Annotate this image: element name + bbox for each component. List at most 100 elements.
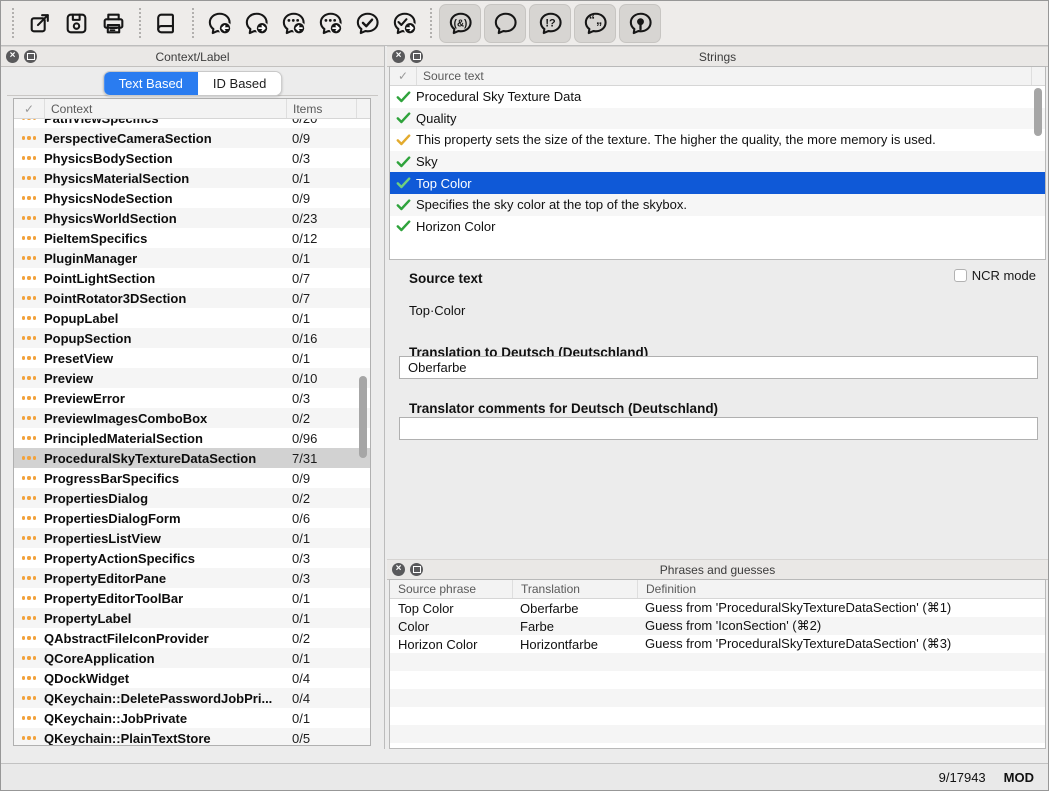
done-button[interactable] <box>349 5 386 42</box>
context-row[interactable]: ProgressBarSpecifics0/9 <box>14 468 370 488</box>
save-button[interactable] <box>58 5 95 42</box>
context-row[interactable]: QAbstractFileIconProvider0/2 <box>14 628 370 648</box>
string-row[interactable]: Sky <box>390 151 1045 173</box>
context-row[interactable]: PhysicsWorldSection0/23 <box>14 208 370 228</box>
tab-text-based[interactable]: Text Based <box>104 72 198 95</box>
string-row[interactable]: Specifies the sky color at the top of th… <box>390 194 1045 216</box>
phrasebook-button[interactable] <box>148 5 185 42</box>
unfinished-icon <box>14 216 44 219</box>
context-row[interactable]: PointRotator3DSection0/7 <box>14 288 370 308</box>
string-row[interactable]: Quality <box>390 108 1045 130</box>
ending-punctuation-toggle[interactable]: !? <box>529 4 571 43</box>
context-row[interactable]: QCoreApplication0/1 <box>14 648 370 668</box>
context-row[interactable]: PhysicsNodeSection0/9 <box>14 188 370 208</box>
done-and-next-button[interactable] <box>386 5 423 42</box>
context-row[interactable]: PointLightSection0/7 <box>14 268 370 288</box>
context-row[interactable]: PhysicsMaterialSection0/1 <box>14 168 370 188</box>
context-row[interactable]: PresetView0/1 <box>14 348 370 368</box>
context-row[interactable]: ProceduralSkyTextureDataSection7/31 <box>14 448 370 468</box>
next-icon <box>317 10 344 37</box>
accelerators-icon: (&) <box>447 10 474 37</box>
float-icon[interactable] <box>410 563 423 576</box>
phrases-header-definition[interactable]: Definition <box>637 580 1045 598</box>
translation-input[interactable]: Oberfarbe <box>399 356 1038 379</box>
context-row[interactable]: PerspectiveCameraSection0/9 <box>14 128 370 148</box>
string-row[interactable]: Procedural Sky Texture Data <box>390 86 1045 108</box>
string-row[interactable]: This property sets the size of the textu… <box>390 129 1045 151</box>
context-row[interactable]: Preview0/10 <box>14 368 370 388</box>
context-tabs: Text Based ID Based <box>103 71 283 96</box>
prev-unfinished-button[interactable] <box>201 5 238 42</box>
qt-linguist-window: (&)!?“„ × Context/Label Text Based ID Ba… <box>0 0 1049 791</box>
phrase-row[interactable]: Top ColorOberfarbeGuess from 'Procedural… <box>390 599 1045 617</box>
context-row[interactable]: PieItemSpecifics0/12 <box>14 228 370 248</box>
context-row[interactable]: PathViewSpecifics0/20 <box>14 119 370 128</box>
context-row[interactable]: QKeychain::PlainTextStore0/5 <box>14 728 370 746</box>
context-scrollbar[interactable] <box>357 118 369 744</box>
translation-editor: Source text NCR mode Top·Color Translati… <box>387 260 1048 559</box>
context-row[interactable]: PropertyActionSpecifics0/3 <box>14 548 370 568</box>
float-icon[interactable] <box>410 50 423 63</box>
svg-text:„: „ <box>596 13 602 27</box>
context-row[interactable]: PropertiesDialog0/2 <box>14 488 370 508</box>
context-row[interactable]: PopupLabel0/1 <box>14 308 370 328</box>
surrounding-whitespace-toggle[interactable] <box>484 4 526 43</box>
status-position: 9/17943 <box>939 770 986 785</box>
unfinished-icon <box>14 656 44 659</box>
string-row[interactable]: Top Color <box>390 172 1045 194</box>
phrase-matches-toggle[interactable]: “„ <box>574 4 616 43</box>
float-icon[interactable] <box>24 50 37 63</box>
prev-button[interactable] <box>275 5 312 42</box>
context-row[interactable]: QKeychain::DeletePasswordJobPri...0/4 <box>14 688 370 708</box>
print-button[interactable] <box>95 5 132 42</box>
context-row[interactable]: QDockWidget0/4 <box>14 668 370 688</box>
strings-scrollbar[interactable] <box>1032 85 1044 258</box>
close-icon[interactable]: × <box>392 50 405 63</box>
context-row[interactable]: PluginManager0/1 <box>14 248 370 268</box>
context-row[interactable]: PropertyLabel0/1 <box>14 608 370 628</box>
unfinished-icon <box>14 516 44 519</box>
strings-header-source[interactable]: Source text <box>416 67 1031 85</box>
phrases-header-source[interactable]: Source phrase <box>390 580 512 598</box>
phrases-table: Source phrase Translation Definition Top… <box>389 579 1046 749</box>
unfinished-icon <box>14 636 44 639</box>
open-button[interactable] <box>21 5 58 42</box>
phrases-header-translation[interactable]: Translation <box>512 580 637 598</box>
next-button[interactable] <box>312 5 349 42</box>
context-row[interactable]: PreviewError0/3 <box>14 388 370 408</box>
unfinished-icon <box>14 396 44 399</box>
context-header-check[interactable]: ✓ <box>14 99 44 118</box>
open-icon <box>26 10 53 37</box>
toolbar-separator <box>12 8 14 38</box>
context-row[interactable]: PropertiesListView0/1 <box>14 528 370 548</box>
comments-input[interactable] <box>399 417 1038 440</box>
phrase-row[interactable]: Horizon ColorHorizontfarbeGuess from 'Pr… <box>390 635 1045 653</box>
strings-scrollbar-thumb[interactable] <box>1034 88 1042 136</box>
status-bar: 9/17943 MOD <box>1 763 1048 790</box>
next-unfinished-button[interactable] <box>238 5 275 42</box>
context-header-context[interactable]: Context <box>44 99 286 118</box>
context-row[interactable]: PropertyEditorPane0/3 <box>14 568 370 588</box>
context-row[interactable]: PhysicsBodySection0/3 <box>14 148 370 168</box>
ncr-mode-checkbox[interactable] <box>954 269 967 282</box>
context-row[interactable]: PropertiesDialogForm0/6 <box>14 508 370 528</box>
string-row[interactable]: Horizon Color <box>390 216 1045 238</box>
context-row[interactable]: PropertyEditorToolBar0/1 <box>14 588 370 608</box>
context-scrollbar-thumb[interactable] <box>359 376 367 458</box>
unfinished-icon <box>14 136 44 139</box>
close-icon[interactable]: × <box>6 50 19 63</box>
context-header-scroll-gutter <box>356 99 370 118</box>
unfinished-icon <box>14 316 44 319</box>
phrase-row[interactable]: ColorFarbeGuess from 'IconSection' (⌘2) <box>390 617 1045 635</box>
accelerators-toggle[interactable]: (&) <box>439 4 481 43</box>
context-row[interactable]: PopupSection0/16 <box>14 328 370 348</box>
close-icon[interactable]: × <box>392 563 405 576</box>
context-row[interactable]: QKeychain::JobPrivate0/1 <box>14 708 370 728</box>
place-markers-toggle[interactable] <box>619 4 661 43</box>
context-row[interactable]: PrincipledMaterialSection0/96 <box>14 428 370 448</box>
strings-header-check[interactable]: ✓ <box>390 67 416 85</box>
context-header-items[interactable]: Items <box>286 99 356 118</box>
context-row[interactable]: PreviewImagesComboBox0/2 <box>14 408 370 428</box>
unfinished-icon <box>14 676 44 679</box>
tab-id-based[interactable]: ID Based <box>198 72 281 95</box>
